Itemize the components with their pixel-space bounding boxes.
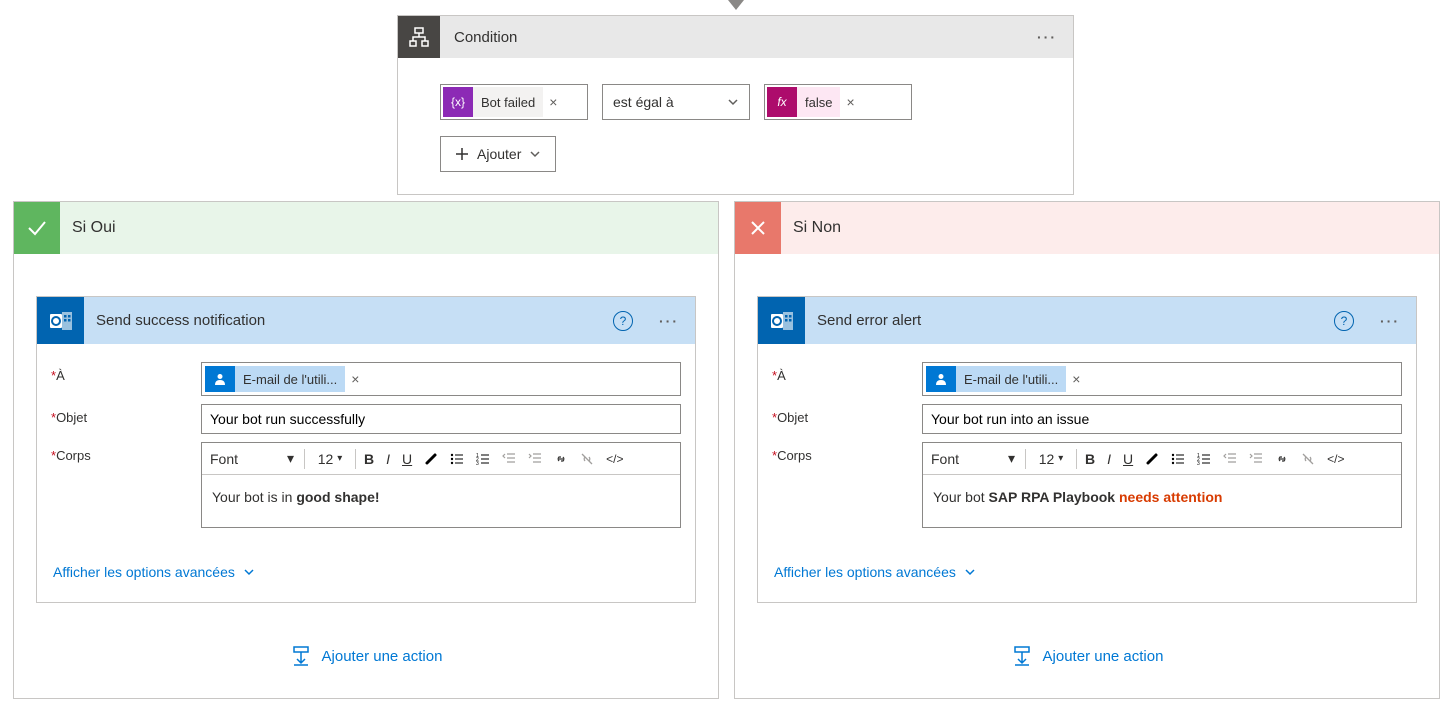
body-label: *Corps — [772, 442, 922, 463]
error-action-title: Send error alert — [805, 312, 1334, 329]
condition-menu-button[interactable]: ··· — [1021, 29, 1073, 45]
chevron-down-icon — [727, 96, 739, 108]
yes-branch-title: Si Oui — [60, 219, 116, 237]
underline-button[interactable]: U — [1117, 443, 1139, 475]
indent-button[interactable] — [522, 443, 548, 475]
remove-recipient-button[interactable]: × — [1066, 371, 1086, 387]
help-button[interactable]: ? — [613, 311, 633, 331]
success-action-header[interactable]: Send success notification ? ··· — [37, 297, 695, 344]
condition-left-operand[interactable]: {x} Bot failed × — [440, 84, 588, 120]
rte-toolbar: Font▾ 12▾ B I U — [202, 443, 680, 475]
italic-button[interactable]: I — [380, 443, 396, 475]
condition-icon — [398, 16, 440, 58]
fx-icon: fx — [767, 87, 797, 117]
error-action-card: Send error alert ? ··· *À E-mail de — [757, 296, 1417, 603]
action-menu-button[interactable]: ··· — [643, 313, 695, 329]
chevron-down-icon — [964, 566, 976, 578]
condition-operator-select[interactable]: est égal à — [602, 84, 750, 120]
unlink-button[interactable] — [1295, 443, 1321, 475]
condition-right-token: false — [797, 87, 840, 117]
success-action-title: Send success notification — [84, 312, 613, 329]
body-editor: Font▾ 12▾ B I U — [922, 442, 1402, 528]
plus-icon — [455, 147, 469, 161]
chevron-down-icon — [529, 148, 541, 160]
insert-action-icon — [290, 645, 312, 667]
outlook-icon — [758, 297, 805, 344]
font-select[interactable]: Font▾ — [202, 443, 302, 475]
condition-card: Condition ··· {x} Bot failed × est égal … — [397, 15, 1074, 195]
remove-recipient-button[interactable]: × — [345, 371, 365, 387]
no-branch: Si Non Send error alert ? ··· *À — [734, 201, 1440, 699]
to-token: E-mail de l'utili... — [956, 366, 1066, 392]
remove-token-button[interactable]: × — [543, 94, 563, 110]
variable-icon: {x} — [443, 87, 473, 117]
subject-input[interactable] — [922, 404, 1402, 434]
font-select[interactable]: Font▾ — [923, 443, 1023, 475]
add-condition-label: Ajouter — [477, 146, 521, 162]
no-branch-header: Si Non — [735, 202, 1439, 254]
color-button[interactable] — [418, 443, 444, 475]
to-input[interactable]: E-mail de l'utili... × — [201, 362, 681, 396]
unlink-button[interactable] — [574, 443, 600, 475]
indent-button[interactable] — [1243, 443, 1269, 475]
flow-arrow-icon — [728, 0, 744, 10]
outlook-icon — [37, 297, 84, 344]
underline-button[interactable]: U — [396, 443, 418, 475]
bold-button[interactable]: B — [1079, 443, 1101, 475]
add-action-button[interactable]: Ajouter une action — [1011, 645, 1164, 667]
user-icon — [205, 366, 235, 392]
body-editor: Font▾ 12▾ B I U — [201, 442, 681, 528]
condition-title: Condition — [440, 29, 1021, 46]
link-button[interactable] — [548, 443, 574, 475]
to-label: *À — [772, 362, 922, 383]
check-icon — [14, 202, 60, 254]
error-action-header[interactable]: Send error alert ? ··· — [758, 297, 1416, 344]
font-size-select[interactable]: 12▾ — [1028, 443, 1074, 475]
action-menu-button[interactable]: ··· — [1364, 313, 1416, 329]
code-view-button[interactable]: </> — [600, 443, 629, 475]
add-action-button[interactable]: Ajouter une action — [290, 645, 443, 667]
no-branch-title: Si Non — [781, 219, 841, 237]
subject-label: *Objet — [51, 404, 201, 425]
close-icon — [735, 202, 781, 254]
color-button[interactable] — [1139, 443, 1165, 475]
to-token: E-mail de l'utili... — [235, 366, 345, 392]
insert-action-icon — [1011, 645, 1033, 667]
numbers-button[interactable]: 123 — [470, 443, 496, 475]
font-size-select[interactable]: 12▾ — [307, 443, 353, 475]
condition-header[interactable]: Condition ··· — [398, 16, 1073, 58]
subject-input[interactable] — [201, 404, 681, 434]
chevron-down-icon — [243, 566, 255, 578]
to-label: *À — [51, 362, 201, 383]
help-button[interactable]: ? — [1334, 311, 1354, 331]
body-content[interactable]: Your bot is in good shape! — [202, 475, 680, 527]
yes-branch-header: Si Oui — [14, 202, 718, 254]
subject-label: *Objet — [772, 404, 922, 425]
bullets-button[interactable] — [1165, 443, 1191, 475]
to-input[interactable]: E-mail de l'utili... × — [922, 362, 1402, 396]
svg-text:3: 3 — [476, 461, 479, 466]
add-condition-button[interactable]: Ajouter — [440, 136, 556, 172]
bullets-button[interactable] — [444, 443, 470, 475]
success-action-card: Send success notification ? ··· *À — [36, 296, 696, 603]
link-button[interactable] — [1269, 443, 1295, 475]
outdent-button[interactable] — [496, 443, 522, 475]
user-icon — [926, 366, 956, 392]
remove-token-button[interactable]: × — [840, 94, 860, 110]
condition-left-token: Bot failed — [473, 87, 543, 117]
body-label: *Corps — [51, 442, 201, 463]
rte-toolbar: Font▾ 12▾ B I U — [923, 443, 1401, 475]
bold-button[interactable]: B — [358, 443, 380, 475]
condition-right-operand[interactable]: fx false × — [764, 84, 912, 120]
outdent-button[interactable] — [1217, 443, 1243, 475]
numbers-button[interactable]: 123 — [1191, 443, 1217, 475]
code-view-button[interactable]: </> — [1321, 443, 1350, 475]
condition-operator-label: est égal à — [613, 94, 674, 110]
body-content[interactable]: Your bot SAP RPA Playbook needs attentio… — [923, 475, 1401, 527]
italic-button[interactable]: I — [1101, 443, 1117, 475]
advanced-options-toggle[interactable]: Afficher les options avancées — [772, 550, 978, 594]
svg-text:3: 3 — [1197, 461, 1200, 466]
yes-branch: Si Oui Send success notification ? ··· * — [13, 201, 719, 699]
advanced-options-toggle[interactable]: Afficher les options avancées — [51, 550, 257, 594]
